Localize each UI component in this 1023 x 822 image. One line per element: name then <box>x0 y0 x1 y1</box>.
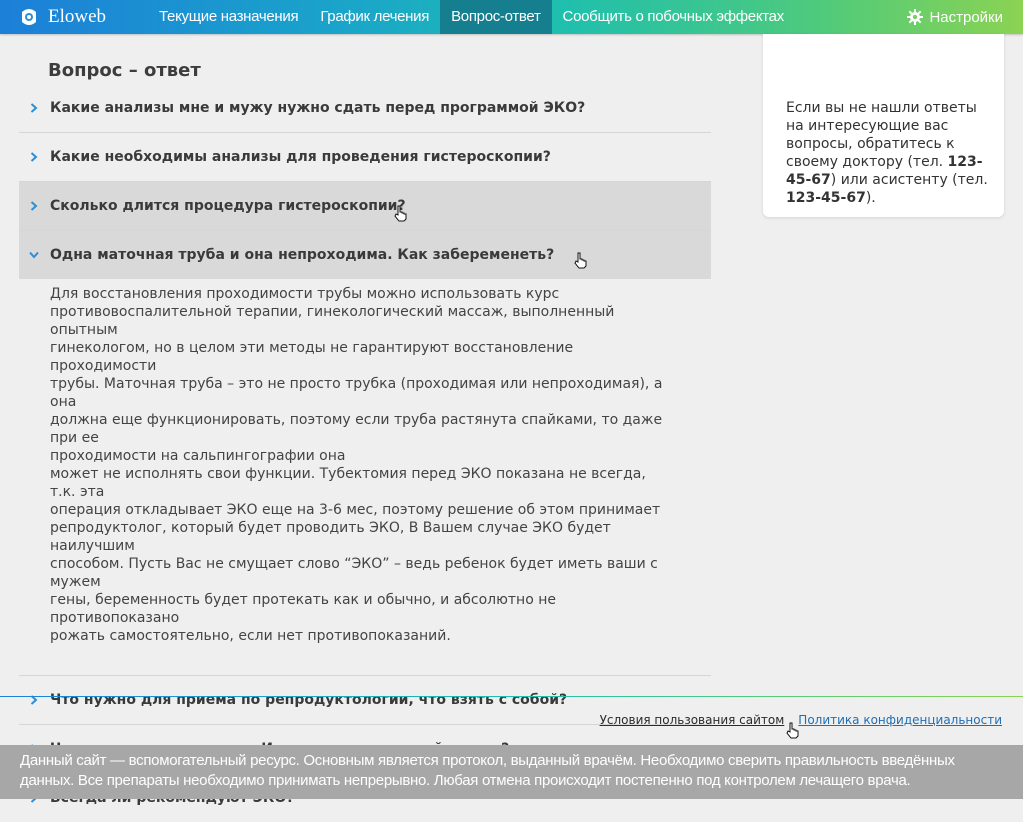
help-contact-text: Если вы не нашли ответы на интересующие … <box>786 99 991 207</box>
faq-item: Сколько длится процедура гистероскопии? <box>19 182 711 231</box>
settings-link[interactable]: Настройки <box>907 0 1003 34</box>
footer-divider <box>0 696 1023 697</box>
page-title: Вопрос – ответ <box>48 60 201 81</box>
faq-item: Какие необходимы анализы для проведения … <box>19 133 711 182</box>
disclaimer-banner: Данный сайт — вспомогательный ресурс. Ос… <box>0 745 1023 799</box>
chevron-down-icon <box>27 248 41 262</box>
help-text-part: ) или асистенту (тел. <box>830 172 988 188</box>
faq-question-text: Какие необходимы анализы для проведения … <box>50 149 551 165</box>
faq-question-row[interactable]: Какие анализы мне и мужу нужно сдать пер… <box>19 84 711 132</box>
nav-current-prescriptions[interactable]: Текущие назначения <box>148 0 309 34</box>
faq-question-text: Какие анализы мне и мужу нужно сдать пер… <box>50 100 586 116</box>
nav-faq[interactable]: Вопрос-ответ <box>440 0 552 34</box>
faq-question-text: Что нужно для приема по репродуктологии,… <box>50 692 568 708</box>
pointer-cursor-icon <box>394 205 408 226</box>
faq-item-expanded: Одна маточная труба и она непроходима. К… <box>19 231 711 676</box>
chevron-right-icon <box>27 150 41 164</box>
terms-of-use-link[interactable]: Условия пользования сайтом <box>600 713 785 727</box>
brand[interactable]: Eloweb <box>18 0 106 34</box>
eloweb-logo-icon <box>18 6 40 28</box>
pointer-cursor-icon <box>786 722 800 743</box>
faq-answer-text: Для восстановления проходимости трубы мо… <box>50 286 663 644</box>
help-text-part: ). <box>865 190 876 206</box>
assistant-phone: 123-45-67 <box>786 190 866 206</box>
faq-question-text: Сколько длится процедура гистероскопии? <box>50 198 406 214</box>
nav-treatment-schedule[interactable]: График лечения <box>309 0 440 34</box>
faq-item: Какие анализы мне и мужу нужно сдать пер… <box>19 84 711 133</box>
footer-links: Условия пользования сайтом Политика конф… <box>600 713 1002 727</box>
chevron-right-icon <box>27 199 41 213</box>
top-navigation-bar: Eloweb Текущие назначения График лечения… <box>0 0 1023 34</box>
help-contact-card: Если вы не нашли ответы на интересующие … <box>763 34 1004 217</box>
faq-question-text: Одна маточная труба и она непроходима. К… <box>50 247 555 263</box>
nav-report-side-effects[interactable]: Сообщить о побочных эффектах <box>552 0 795 34</box>
privacy-policy-link[interactable]: Политика конфиденциальности <box>798 713 1002 727</box>
pointer-cursor-icon <box>574 252 588 273</box>
brand-name: Eloweb <box>48 6 107 27</box>
settings-label: Настройки <box>929 8 1003 26</box>
faq-list: Какие анализы мне и мужу нужно сдать пер… <box>19 84 711 822</box>
gear-icon <box>907 9 924 25</box>
faq-question-row[interactable]: Какие необходимы анализы для проведения … <box>19 133 711 181</box>
faq-question-row[interactable]: Одна маточная труба и она непроходима. К… <box>19 231 711 279</box>
faq-question-row[interactable]: Сколько длится процедура гистероскопии? <box>19 182 711 230</box>
main-nav: Текущие назначения График лечения Вопрос… <box>148 0 795 34</box>
chevron-right-icon <box>27 101 41 115</box>
